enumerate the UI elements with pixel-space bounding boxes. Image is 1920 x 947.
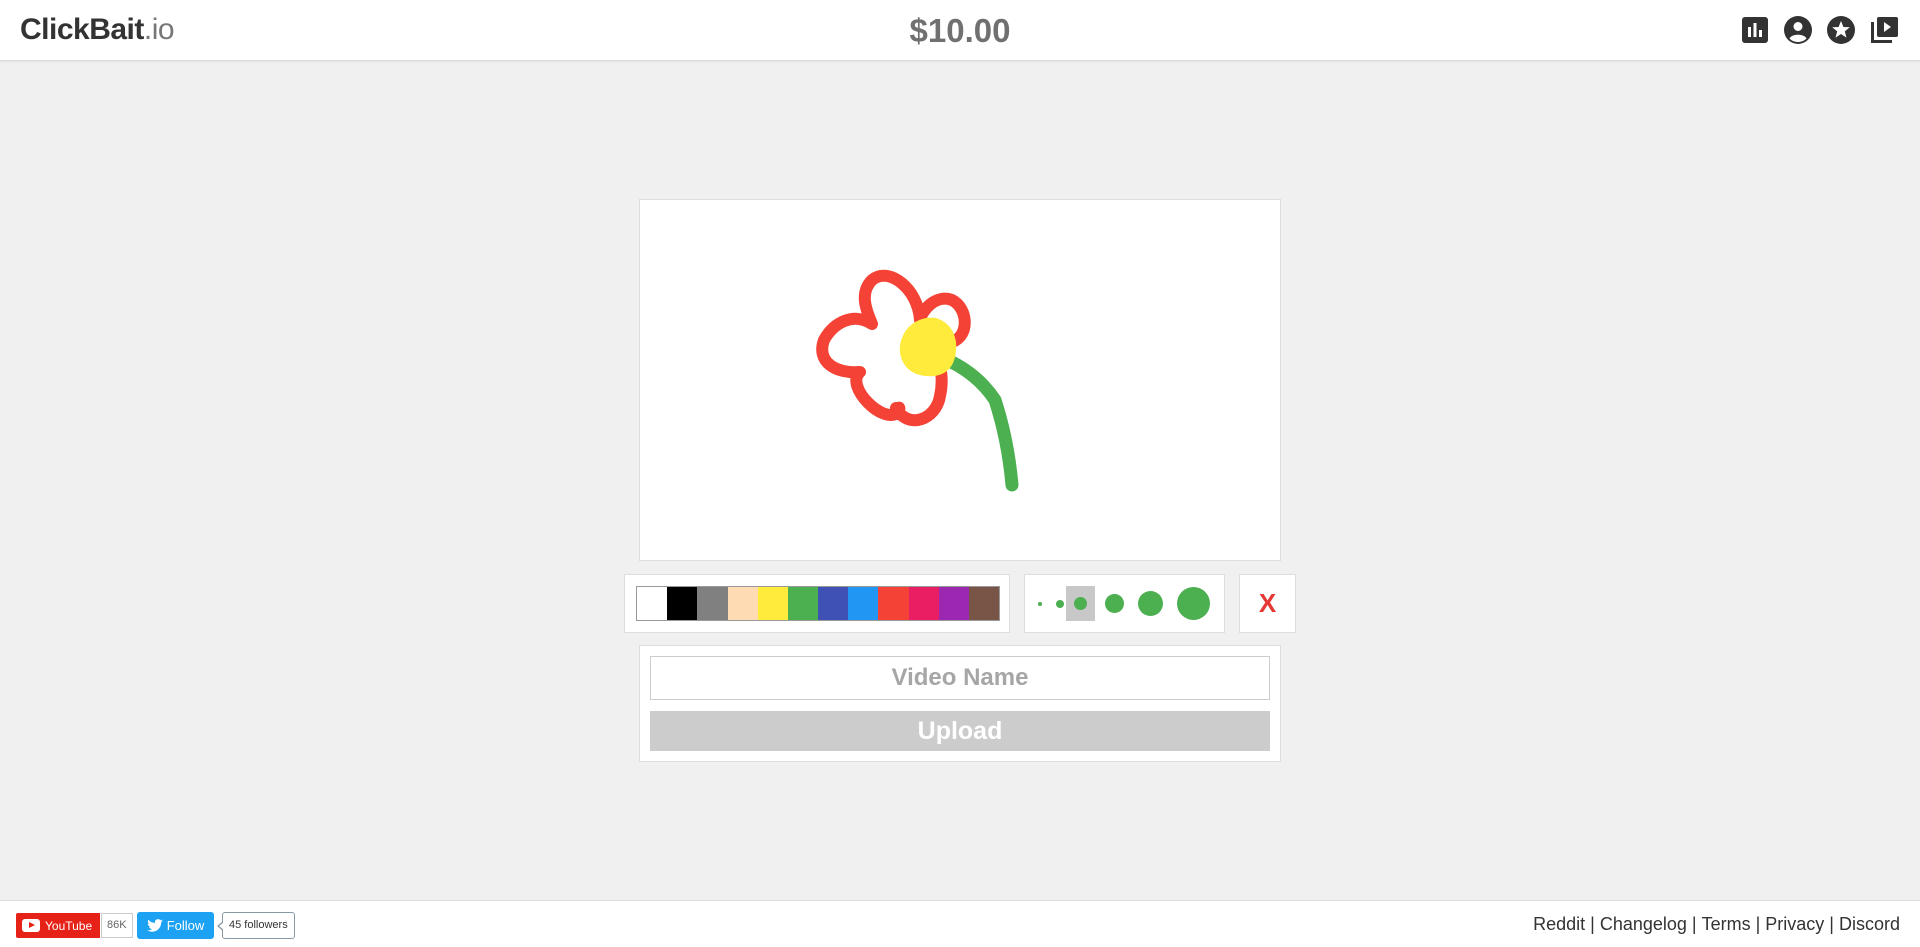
canvas-drawing [816, 269, 1019, 492]
balance-display: $10.00 [909, 12, 1011, 49]
color-palette [636, 586, 1000, 621]
twitter-bird-icon [146, 919, 163, 932]
clear-canvas-button[interactable]: X [1239, 574, 1296, 633]
color-swatch-9[interactable] [908, 587, 939, 620]
upload-form: Upload [639, 645, 1281, 762]
drawing-canvas[interactable] [639, 199, 1281, 561]
footer-link-terms[interactable]: Terms [1702, 914, 1751, 935]
twitter-follow-button[interactable]: Follow [137, 912, 214, 939]
header-nav [1739, 14, 1900, 46]
color-swatch-3[interactable] [727, 587, 758, 620]
footer-links: Reddit | Changelog | Terms | Privacy | Disco… [1533, 914, 1900, 935]
color-swatch-10[interactable] [938, 587, 969, 620]
brush-size-5[interactable] [1132, 586, 1168, 621]
color-swatch-11[interactable] [968, 587, 1000, 620]
footer-link-reddit[interactable]: Reddit [1533, 914, 1585, 935]
youtube-logo-icon [22, 919, 40, 932]
color-swatch-5[interactable] [787, 587, 819, 620]
brush-size-6[interactable] [1171, 586, 1215, 621]
flower-stem-stroke [931, 349, 1019, 492]
flower-center-fill [899, 317, 957, 377]
footer-link-privacy[interactable]: Privacy [1765, 914, 1824, 935]
brush-size-1[interactable] [1033, 586, 1047, 621]
brush-size-panel [1024, 574, 1225, 633]
color-swatch-4[interactable] [757, 587, 788, 620]
color-swatch-2[interactable] [697, 587, 728, 620]
twitter-follower-count: 45 followers [217, 912, 295, 939]
brush-size-3[interactable] [1066, 586, 1095, 621]
account-icon[interactable] [1782, 14, 1814, 46]
color-swatch-7[interactable] [848, 587, 879, 620]
footer-link-discord[interactable]: Discord [1839, 914, 1900, 935]
upload-button[interactable]: Upload [650, 711, 1270, 751]
color-swatch-1[interactable] [667, 587, 698, 620]
video-name-input[interactable] [650, 656, 1270, 700]
brush-size-4[interactable] [1099, 586, 1129, 621]
youtube-subscribe-button[interactable]: YouTube [16, 913, 101, 938]
footer-link-changelog[interactable]: Changelog [1600, 914, 1687, 935]
footer: YouTube 86K Follow 45 followers Reddit | … [0, 900, 1920, 947]
color-palette-panel [624, 574, 1010, 633]
youtube-subscriber-count: 86K [101, 913, 133, 938]
color-swatch-6[interactable] [818, 587, 849, 620]
video-library-icon[interactable] [1868, 14, 1900, 46]
top-bar: ClickBait.io $10.00 [0, 0, 1920, 61]
color-swatch-0[interactable] [637, 587, 668, 620]
favorites-star-icon[interactable] [1825, 14, 1857, 46]
twitter-follow-label: Follow [166, 918, 205, 933]
youtube-label: YouTube [45, 918, 93, 933]
color-swatch-8[interactable] [878, 587, 909, 620]
stats-icon[interactable] [1739, 14, 1771, 46]
